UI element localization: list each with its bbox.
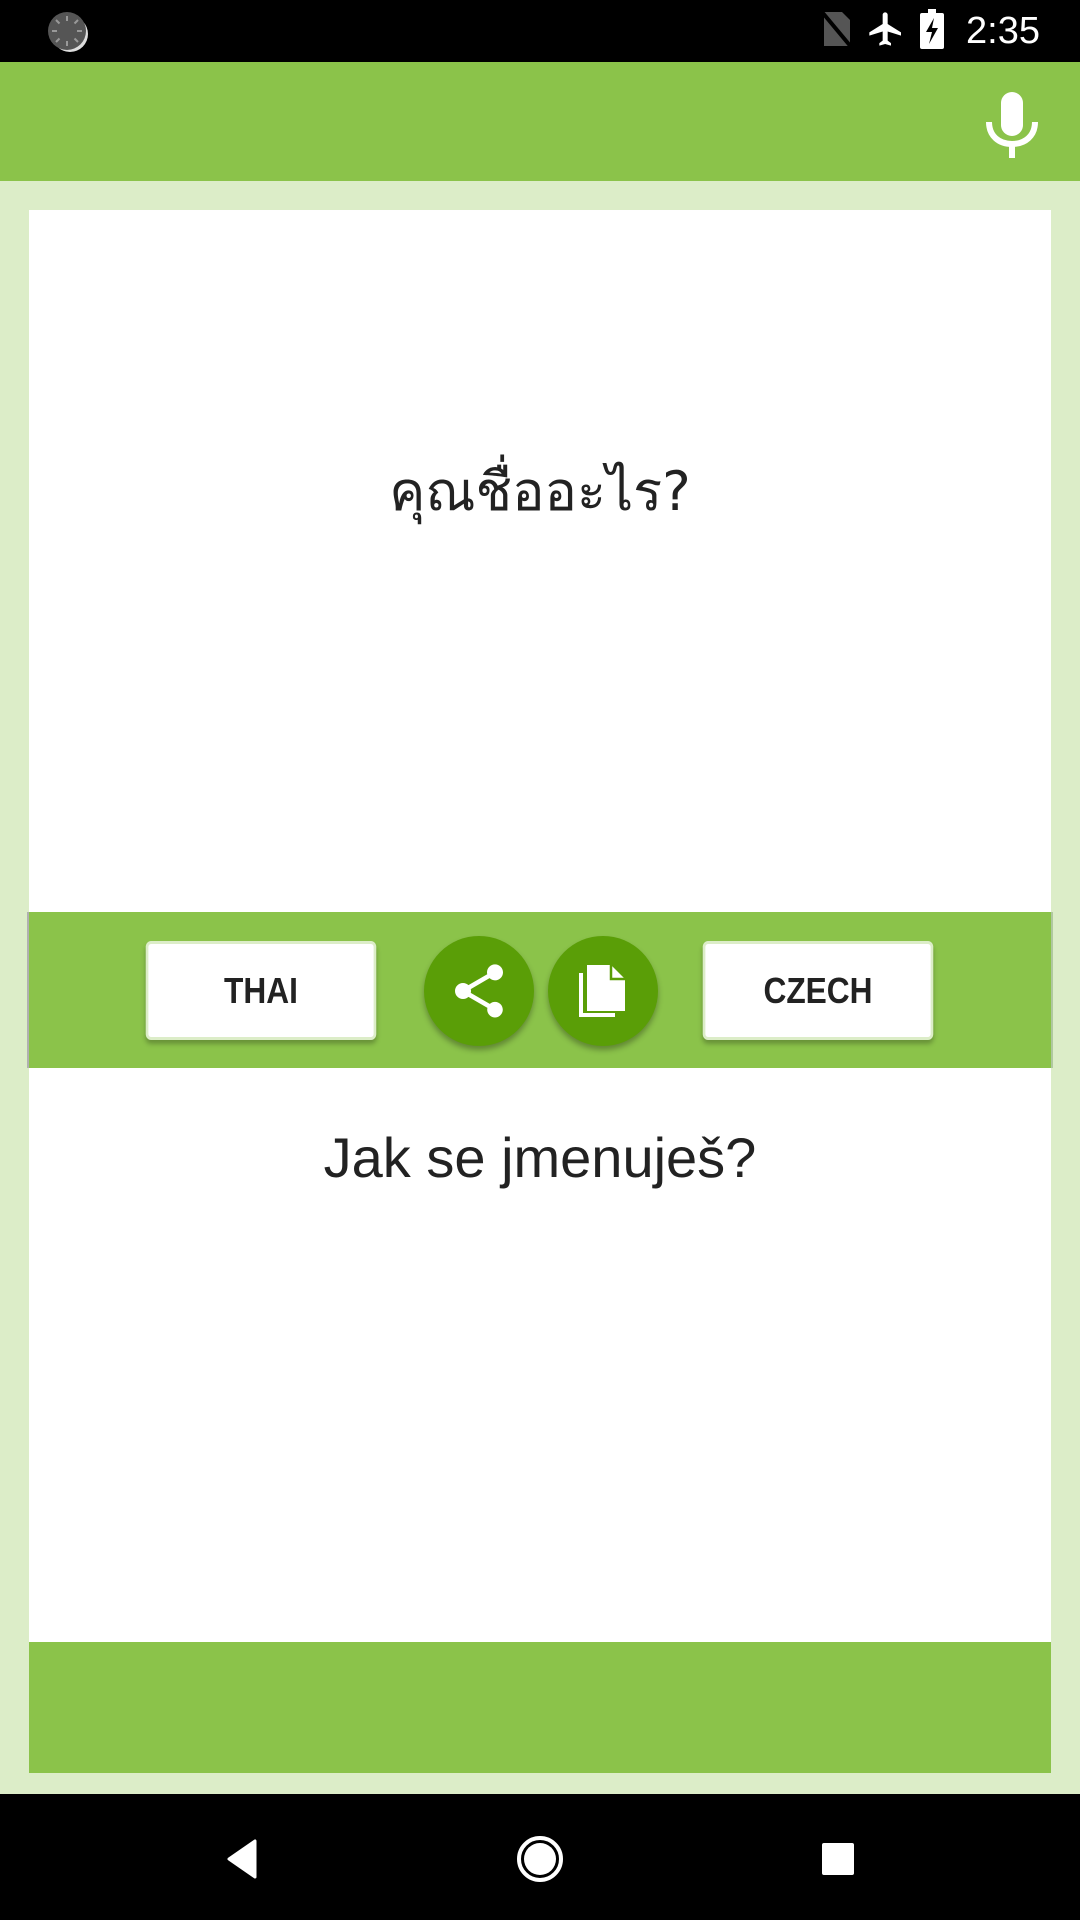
translation-toolbar: THAI CZECH xyxy=(27,912,1053,1068)
home-icon xyxy=(517,1836,563,1882)
microphone-button[interactable] xyxy=(984,90,1040,160)
home-button[interactable] xyxy=(505,1824,575,1894)
battery-charging-icon xyxy=(920,8,945,54)
target-language-button[interactable]: CZECH xyxy=(702,941,934,1040)
translated-text: Jak se jmenuješ? xyxy=(323,1126,757,1189)
airplane-mode-icon xyxy=(866,8,906,55)
recents-icon xyxy=(822,1843,854,1875)
source-language-button[interactable]: THAI xyxy=(145,941,377,1040)
status-time: 2:35 xyxy=(966,9,1040,52)
microphone-icon xyxy=(986,92,1038,158)
no-sim-icon xyxy=(820,10,854,53)
app-header xyxy=(0,62,1080,181)
status-icons: 2:35 xyxy=(820,0,1040,62)
share-button[interactable] xyxy=(424,936,534,1046)
copy-icon xyxy=(579,965,625,1017)
back-button[interactable] xyxy=(206,1824,276,1894)
share-icon xyxy=(455,964,503,1018)
target-text-panel: Jak se jmenuješ? xyxy=(29,1068,1051,1642)
back-icon xyxy=(227,1839,257,1879)
navigation-bar xyxy=(0,1794,1080,1920)
source-text-panel[interactable]: คุณชื่ออะไร? xyxy=(29,210,1051,912)
status-bar: 2:35 xyxy=(0,0,1080,62)
copy-button[interactable] xyxy=(548,936,658,1046)
source-text: คุณชื่ออะไร? xyxy=(389,460,691,523)
sync-icon xyxy=(48,12,86,50)
recents-button[interactable] xyxy=(803,1824,873,1894)
ad-banner xyxy=(29,1642,1051,1773)
